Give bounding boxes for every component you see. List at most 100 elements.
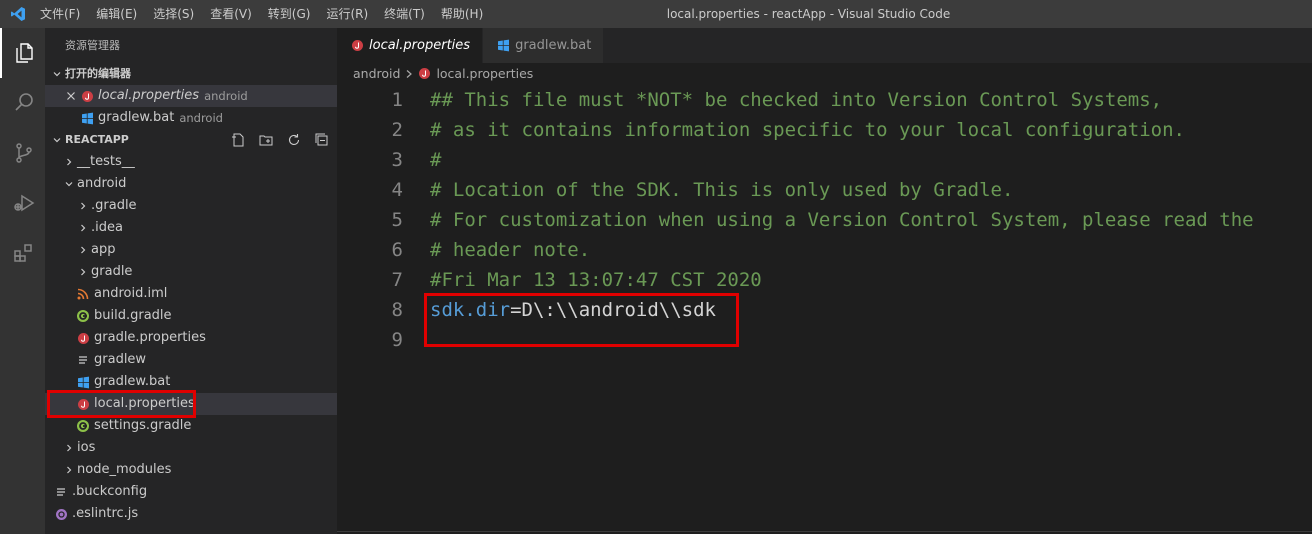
- search-icon[interactable]: [0, 78, 45, 128]
- open-editor-name: gradlew.bat: [98, 110, 175, 125]
- highlight-box-local-properties: [47, 390, 196, 418]
- tree-folder[interactable]: __tests__: [45, 151, 337, 173]
- project-header[interactable]: REACTAPP: [45, 129, 337, 151]
- java-file-icon: [79, 88, 95, 104]
- line-content: # For customization when using a Version…: [403, 205, 1254, 235]
- comment-text: # header note.: [430, 239, 591, 261]
- open-editors-header[interactable]: 打开的编辑器: [45, 63, 337, 85]
- tree-folder[interactable]: app: [45, 239, 337, 261]
- tree-folder[interactable]: .gradle: [45, 195, 337, 217]
- chevron-down-icon: [49, 135, 65, 145]
- tree-folder[interactable]: ios: [45, 437, 337, 459]
- tree-folder[interactable]: .idea: [45, 217, 337, 239]
- java-file-icon: [75, 330, 91, 346]
- explorer-icon[interactable]: [0, 28, 45, 78]
- tree-file[interactable]: settings.gradle: [45, 415, 337, 437]
- close-icon[interactable]: [63, 91, 79, 101]
- refresh-icon[interactable]: [285, 131, 303, 149]
- open-editors-list: local.properties android gradlew.bat androi…: [45, 85, 337, 129]
- tree-item-label: .buckconfig: [72, 484, 148, 499]
- menu-bar: 文件(F) 编辑(E) 选择(S) 查看(V) 转到(G) 运行(R) 终端(T) 帮助(H): [36, 0, 491, 28]
- windows-icon: [495, 38, 511, 54]
- vscode-logo-icon: [0, 0, 36, 28]
- chevron-right-icon: [61, 465, 77, 475]
- tree-item-label: android: [77, 176, 127, 191]
- project-label: REACTAPP: [65, 133, 129, 146]
- activity-bar: [0, 28, 45, 534]
- menu-item-3[interactable]: 查看(V): [202, 0, 260, 28]
- eslint-file-icon: [53, 506, 69, 522]
- run-debug-icon[interactable]: [0, 178, 45, 228]
- tree-folder[interactable]: node_modules: [45, 459, 337, 481]
- open-editor-item[interactable]: gradlew.bat android: [45, 107, 337, 129]
- menu-item-2[interactable]: 选择(S): [145, 0, 202, 28]
- line-number: 4: [391, 179, 403, 201]
- open-editor-folder: android: [179, 111, 223, 125]
- tab-label: local.properties: [369, 38, 471, 53]
- source-control-icon[interactable]: [0, 128, 45, 178]
- line-number: 2: [391, 119, 403, 141]
- menu-item-1[interactable]: 编辑(E): [88, 0, 145, 28]
- code-line: 3 #: [337, 145, 1312, 175]
- chevron-right-icon: [75, 201, 91, 211]
- tab-local-properties[interactable]: local.properties: [337, 28, 484, 63]
- line-content: #: [403, 145, 441, 175]
- comment-text: # Location of the SDK. This is only used…: [430, 179, 1014, 201]
- breadcrumb-file[interactable]: local.properties: [436, 63, 533, 85]
- chevron-right-icon: [61, 157, 77, 167]
- code-line: 2 # as it contains information specific t…: [337, 115, 1312, 145]
- code-line: 6 # header note.: [337, 235, 1312, 265]
- tree-file[interactable]: android.iml: [45, 283, 337, 305]
- open-editor-item[interactable]: local.properties android: [45, 85, 337, 107]
- menu-item-7[interactable]: 帮助(H): [433, 0, 491, 28]
- xml-file-icon: [75, 286, 91, 302]
- collapse-all-icon[interactable]: [313, 131, 331, 149]
- line-number: 9: [391, 329, 403, 351]
- tree-item-label: ios: [77, 440, 96, 455]
- menu-item-0[interactable]: 文件(F): [36, 0, 88, 28]
- line-number: 5: [391, 209, 403, 231]
- new-file-icon[interactable]: [229, 131, 247, 149]
- editor-area: local.properties gradlew.bat android loca…: [337, 28, 1312, 534]
- gradle-file-icon: [75, 308, 91, 324]
- menu-item-4[interactable]: 转到(G): [260, 0, 319, 28]
- line-number: 7: [391, 269, 403, 291]
- tree-item-label: .idea: [91, 220, 123, 235]
- tree-item-label: .gradle: [91, 198, 137, 213]
- new-folder-icon[interactable]: [257, 131, 275, 149]
- gradle-file-icon: [75, 418, 91, 434]
- breadcrumb-folder[interactable]: android: [353, 63, 400, 85]
- windows-file-icon: [79, 110, 95, 126]
- extensions-icon[interactable]: [0, 228, 45, 278]
- tree-file[interactable]: .buckconfig: [45, 481, 337, 503]
- title-bar: 文件(F) 编辑(E) 选择(S) 查看(V) 转到(G) 运行(R) 终端(T) 帮助(H)…: [0, 0, 1312, 28]
- tree-folder[interactable]: android: [45, 173, 337, 195]
- chevron-right-icon: [75, 245, 91, 255]
- code-line: 7 #Fri Mar 13 13:07:47 CST 2020: [337, 265, 1312, 295]
- tree-item-label: android.iml: [94, 286, 168, 301]
- tree-file[interactable]: gradle.properties: [45, 327, 337, 349]
- open-editor-name: local.properties: [98, 88, 200, 103]
- menu-item-6[interactable]: 终端(T): [376, 0, 433, 28]
- comment-text: #: [430, 149, 442, 171]
- chevron-down-icon: [49, 69, 65, 79]
- tree-folder[interactable]: gradle: [45, 261, 337, 283]
- open-editor-folder: android: [204, 89, 248, 103]
- menu-item-5[interactable]: 运行(R): [318, 0, 376, 28]
- highlight-box-sdk-dir: [424, 293, 739, 347]
- windows-file-icon: [75, 374, 91, 390]
- code-line: 1 ## This file must *NOT* be checked into…: [337, 85, 1312, 115]
- line-content: # Location of the SDK. This is only used…: [403, 175, 1013, 205]
- editor-tabs: local.properties gradlew.bat: [337, 28, 1312, 63]
- tree-item-label: node_modules: [77, 462, 172, 477]
- tree-item-label: gradlew: [94, 352, 147, 367]
- explorer-actions: [229, 129, 331, 151]
- tree-file[interactable]: build.gradle: [45, 305, 337, 327]
- tree-file[interactable]: gradlew: [45, 349, 337, 371]
- tree-item-label: settings.gradle: [94, 418, 192, 433]
- breadcrumb: android local.properties: [337, 63, 1312, 85]
- line-number: 3: [391, 149, 403, 171]
- tab-gradlew-bat[interactable]: gradlew.bat: [483, 28, 605, 63]
- explorer-title: 资源管理器: [65, 39, 120, 52]
- tree-file[interactable]: .eslintrc.js: [45, 503, 337, 525]
